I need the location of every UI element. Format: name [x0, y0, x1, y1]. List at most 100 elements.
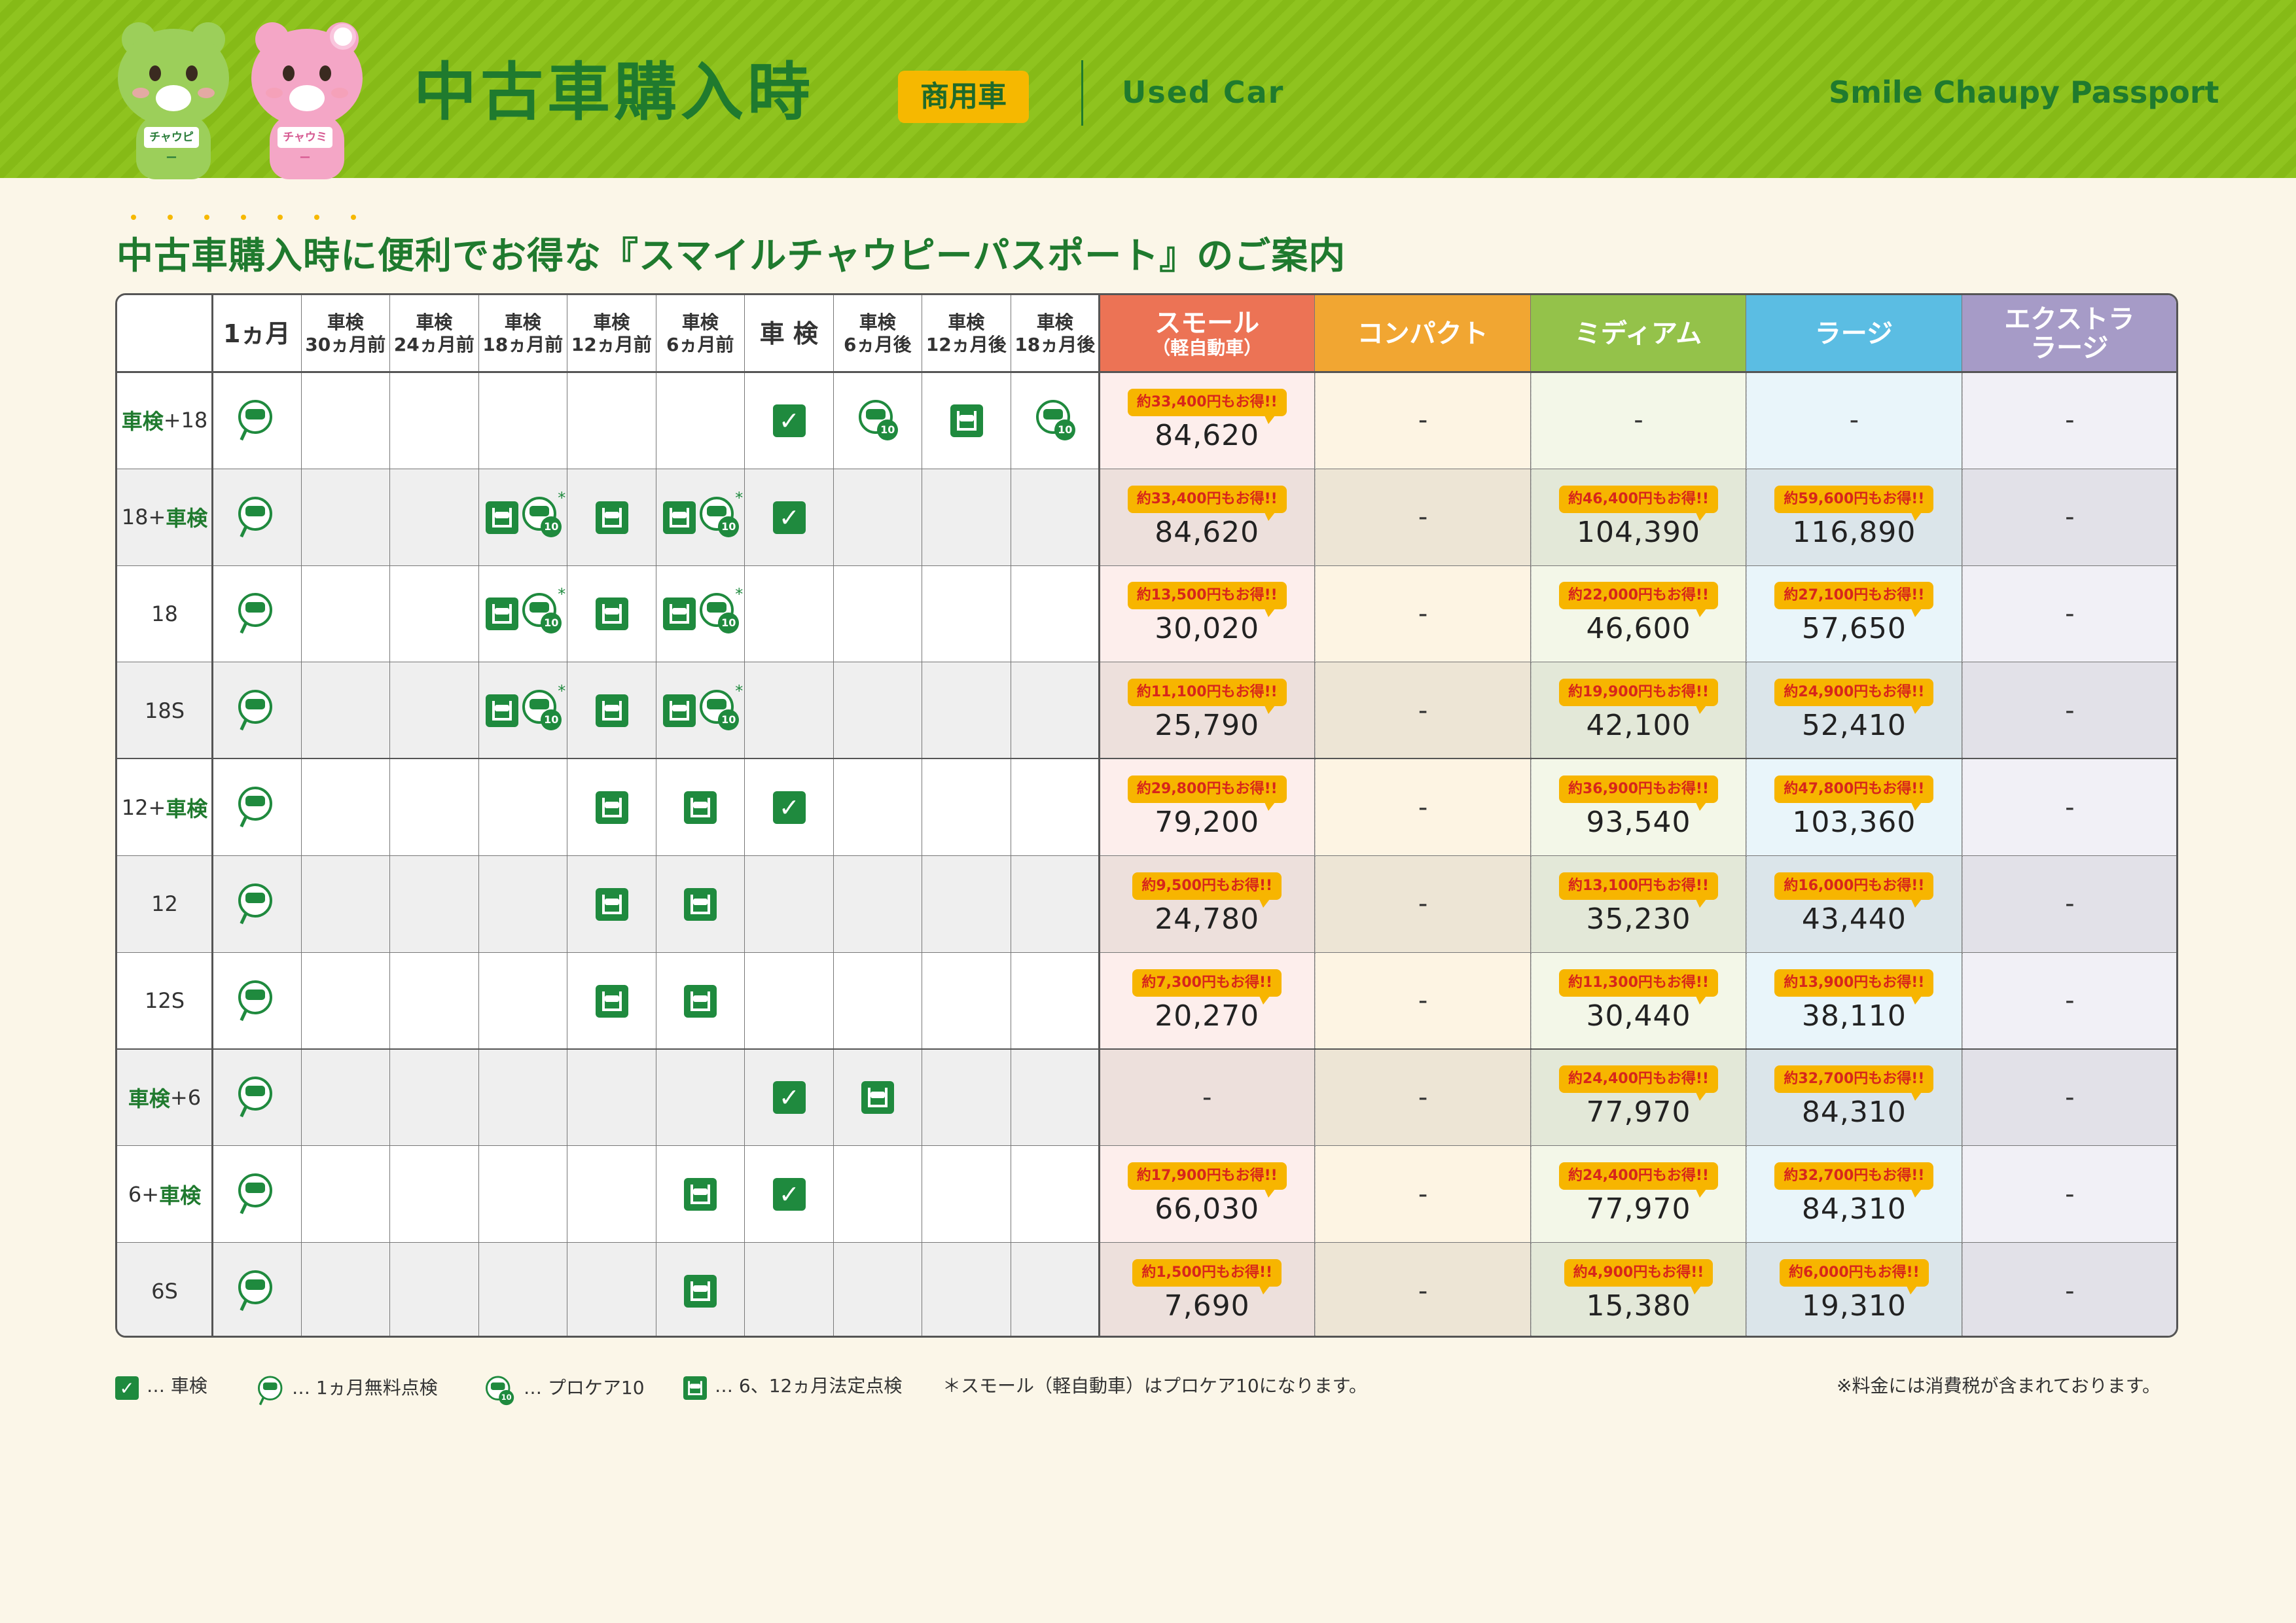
price-value: 7,690: [1164, 1289, 1250, 1323]
schedule-cell: [922, 662, 1011, 760]
schedule-header-line1: 車検: [859, 311, 896, 333]
price-value: -: [2065, 1275, 2075, 1306]
price-value: -: [2065, 889, 2075, 919]
schedule-cell: [567, 1146, 656, 1243]
asterisk-mark: *: [735, 488, 744, 507]
row-label-text: 6S: [151, 1278, 178, 1304]
column-separator: [1098, 295, 1100, 1336]
price-cell: -: [1962, 759, 2176, 856]
lift-icon: [486, 694, 519, 728]
price-value: 43,440: [1801, 902, 1907, 936]
price-value: 116,890: [1792, 515, 1916, 549]
price-cell: -: [1530, 372, 1747, 469]
price-cell: 約19,900円もお得!! 42,100: [1530, 662, 1747, 760]
savings-badge: 約47,800円もお得!!: [1774, 776, 1934, 812]
wrench-icon: ✓: [772, 1178, 806, 1211]
lift-icon: [486, 501, 519, 534]
price-value: 103,360: [1792, 806, 1916, 840]
procare10-icon: 10: [522, 690, 563, 732]
procare10-icon: 10: [700, 690, 740, 732]
price-cell: -: [1962, 662, 2176, 760]
schedule-cell: [213, 856, 302, 953]
row-label-text: 6+: [128, 1181, 160, 1207]
row-label-text: 18+: [121, 505, 166, 530]
schedule-cell: [301, 1146, 390, 1243]
schedule-cell: [301, 372, 390, 469]
schedule-header: 車検 12ヵ月前: [567, 295, 656, 372]
price-cell: -: [1315, 1243, 1531, 1336]
schedule-cell: [478, 1049, 567, 1147]
price-cell: -: [1315, 952, 1531, 1050]
schedule-cell: [1011, 662, 1100, 760]
wrench-icon: ✓: [772, 501, 806, 534]
schedule-cell: [567, 759, 656, 856]
price-cell: 約6,000円もお得!! 19,310: [1746, 1243, 1962, 1336]
row-label-text: 12: [151, 891, 178, 917]
schedule-cell: [213, 759, 302, 856]
schedule-cell: [390, 469, 479, 566]
price-value: -: [1634, 405, 1643, 436]
checkup-icon: [238, 980, 274, 1022]
price-cell: 約46,400円もお得!! 104,390: [1530, 469, 1747, 566]
price-value: 79,200: [1155, 806, 1260, 840]
schedule-cell: [390, 759, 479, 856]
price-value: -: [1418, 1275, 1428, 1306]
lift-icon: [684, 887, 717, 921]
price-cell: 約29,800円もお得!! 79,200: [1100, 759, 1316, 856]
savings-badge: 約24,400円もお得!!: [1559, 1065, 1718, 1101]
section-subtitle: 中古車購入時に便利でお得な『スマイルチャウピーパスポート』のご案内: [117, 235, 1346, 277]
savings-badge: 約32,700円もお得!!: [1774, 1162, 1934, 1198]
price-value: 84,310: [1801, 1096, 1907, 1130]
header-separator: [117, 371, 2176, 373]
asterisk-mark: *: [735, 585, 744, 604]
price-cell: 約4,900円もお得!! 15,380: [1530, 1243, 1747, 1336]
lift-icon: [683, 1376, 707, 1400]
price-value: -: [1849, 405, 1859, 436]
row-label: 6S: [117, 1243, 213, 1336]
schedule-cell: [833, 662, 922, 760]
schedule-cell: [390, 662, 479, 760]
schedule-header-line1: 車検: [504, 311, 541, 333]
legend-label-wrench: … 車検: [147, 1375, 207, 1397]
row-label-text: 18S: [144, 698, 185, 723]
lift-icon: [684, 984, 717, 1018]
schedule-cell: [478, 1146, 567, 1243]
price-value: 77,970: [1586, 1096, 1691, 1130]
schedule-cell: [745, 1243, 834, 1336]
schedule-cell: [301, 1243, 390, 1336]
price-value: 30,020: [1155, 612, 1260, 646]
checkup-icon: [238, 1077, 274, 1118]
checkup-icon: [238, 1173, 274, 1215]
schedule-cell: [213, 662, 302, 760]
price-cell: -: [1962, 469, 2176, 566]
schedule-cell: [745, 952, 834, 1050]
legend-item-lift: … 6、12ヵ月法定点検: [683, 1372, 902, 1400]
schedule-cell: [1011, 1243, 1100, 1336]
lift-icon: [595, 887, 628, 921]
schedule-header-line1: 車 検: [759, 319, 818, 348]
savings-badge: 約46,400円もお得!!: [1559, 485, 1718, 521]
lift-icon: [595, 694, 628, 728]
schedule-cell: [390, 856, 479, 953]
price-value: 66,030: [1155, 1192, 1260, 1226]
schedule-cell: ✓: [745, 1146, 834, 1243]
legend-note: ＊スモール（軽自動車）はプロケア10になります。: [942, 1375, 1367, 1397]
schedule-cell: [833, 469, 922, 566]
size-header-line1: スモール: [1155, 308, 1260, 338]
price-cell: 約13,500円もお得!! 30,020: [1100, 565, 1316, 663]
schedule-cell: [213, 565, 302, 663]
price-cell: -: [1962, 1146, 2176, 1243]
legend-label-pro: … プロケア10: [524, 1377, 645, 1399]
schedule-cell: [1011, 469, 1100, 566]
savings-badge: 約22,000円もお得!!: [1559, 582, 1718, 618]
price-value: 42,100: [1586, 709, 1691, 743]
procare10-icon: 10: [700, 496, 740, 539]
price-cell: -: [1315, 662, 1531, 760]
price-value: -: [1202, 1082, 1212, 1113]
lift-icon: [684, 791, 717, 825]
lift-icon: [663, 597, 696, 631]
size-header-line1: ミディアム: [1574, 318, 1702, 349]
schedule-cell: [390, 952, 479, 1050]
schedule-cell: [567, 662, 656, 760]
schedule-cell: [1011, 1049, 1100, 1147]
